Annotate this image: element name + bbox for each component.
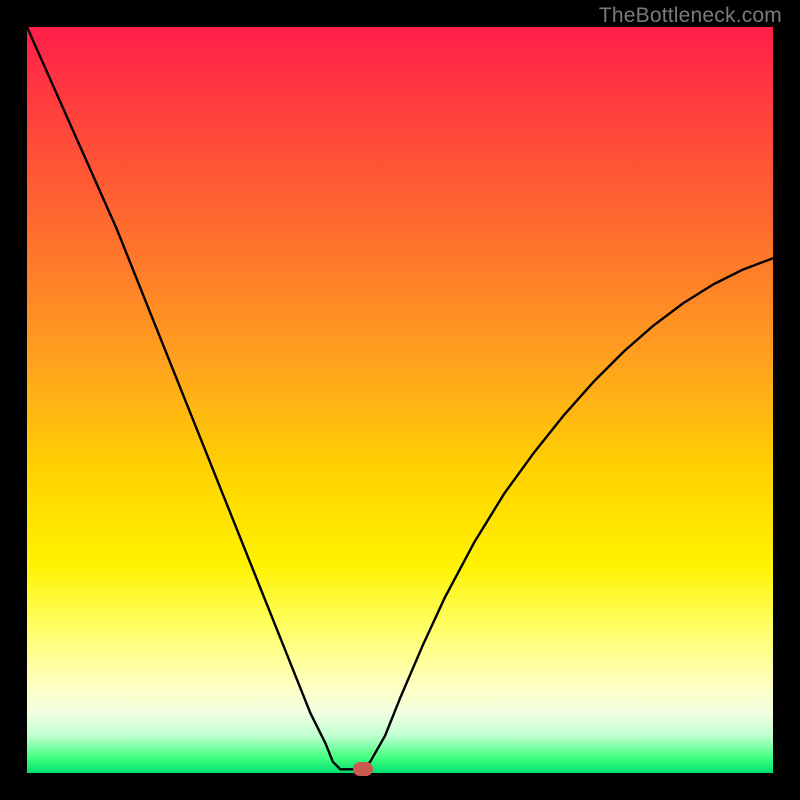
chart-plot-area xyxy=(27,27,773,773)
optimal-point-marker xyxy=(353,762,373,776)
chart-frame: TheBottleneck.com xyxy=(0,0,800,800)
bottleneck-curve xyxy=(27,27,773,773)
watermark-text: TheBottleneck.com xyxy=(599,4,782,28)
